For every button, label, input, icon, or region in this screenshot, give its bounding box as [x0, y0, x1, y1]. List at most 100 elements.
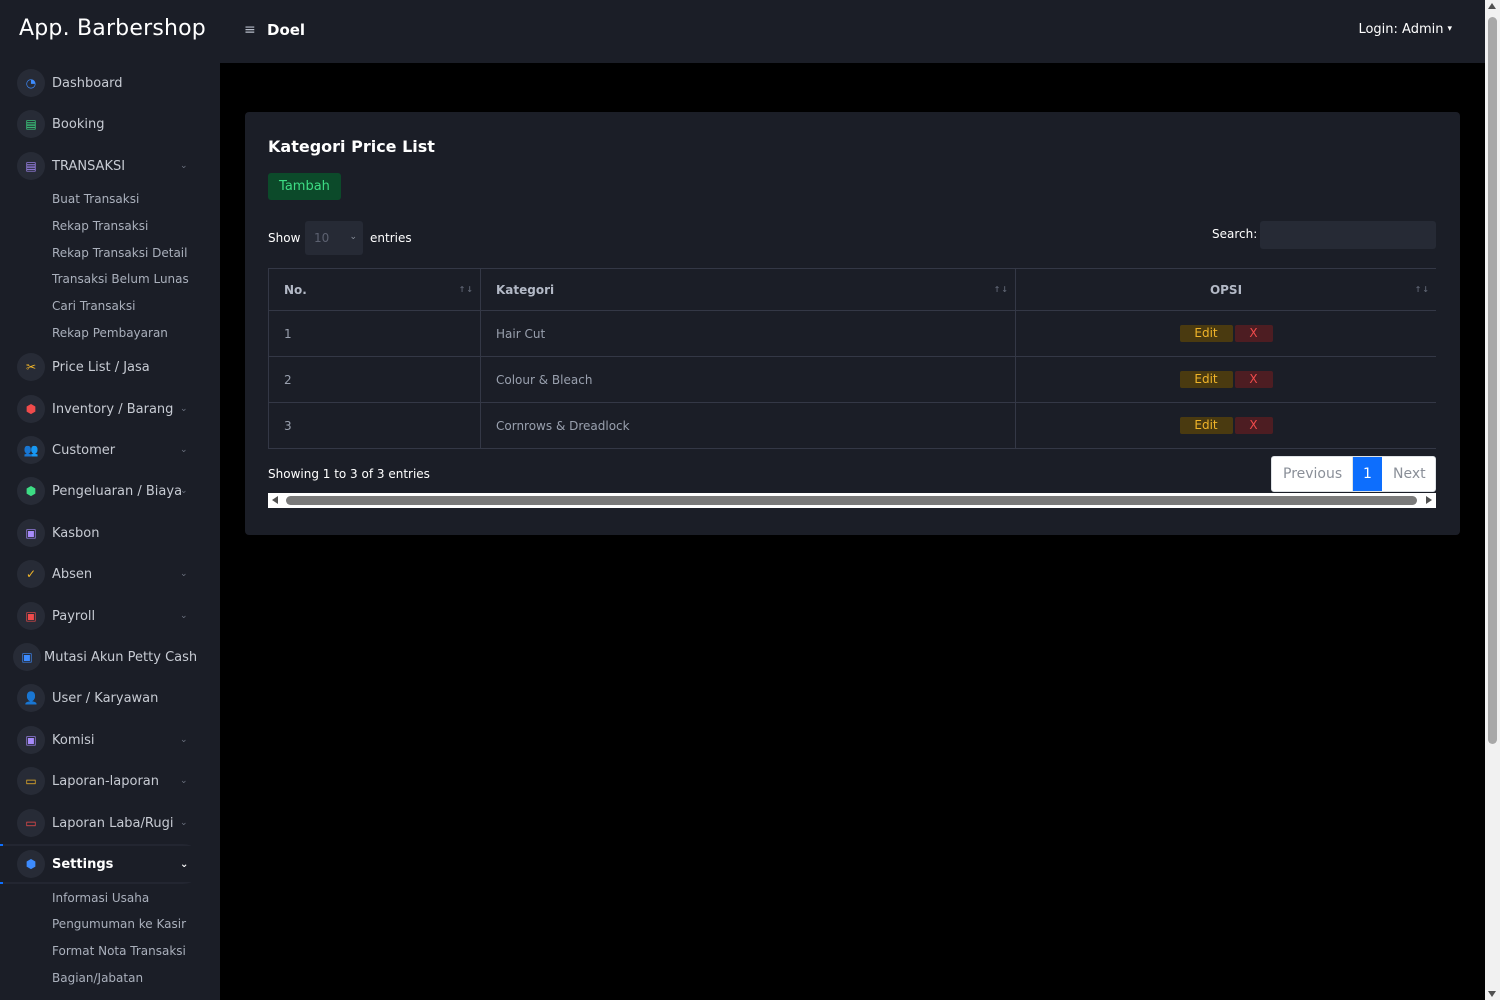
column-label: Kategori — [496, 282, 555, 297]
page-1-button[interactable]: 1 — [1353, 457, 1382, 491]
page-length-value: 10 — [314, 231, 330, 245]
wallet-icon: ▣ — [13, 643, 41, 671]
sidebar-item-settings[interactable]: ⬢ Settings ⌄ — [0, 846, 220, 882]
sidebar-item-label: Customer — [52, 442, 116, 458]
edit-button[interactable]: Edit — [1179, 371, 1233, 388]
submenu-item[interactable]: Transaksi Belum Lunas — [52, 272, 189, 286]
delete-button[interactable]: X — [1234, 417, 1273, 434]
user-icon: 👤 — [17, 684, 45, 712]
gauge-icon: ◔ — [17, 69, 45, 97]
chevron-down-icon: ⌄ — [180, 486, 188, 496]
edit-button[interactable]: Edit — [1179, 417, 1233, 434]
shield-settings-icon: ⬢ — [17, 850, 45, 878]
sidebar-item-booking[interactable]: ▤ Booking — [0, 106, 220, 142]
sidebar-item-inventory-barang[interactable]: ⬢ Inventory / Barang ⌄ — [0, 391, 220, 427]
chevron-down-icon: ⌄ — [180, 445, 188, 455]
sidebar-item-transaksi[interactable]: ▤ TRANSAKSI ⌄ — [0, 148, 220, 184]
edit-button[interactable]: Edit — [1179, 325, 1233, 342]
column-label: No. — [284, 282, 307, 297]
column-label: OPSI — [1209, 282, 1243, 297]
previous-page-button[interactable]: Previous — [1272, 457, 1353, 491]
top-navbar: App. Barbershop ≡ Doel Login: Admin ▾ — [0, 0, 1485, 63]
page-title: Kategori Price List — [268, 137, 435, 156]
next-page-button[interactable]: Next — [1382, 457, 1435, 491]
cell-no: 3 — [268, 402, 481, 449]
submenu-item[interactable]: Informasi Usaha — [52, 891, 149, 905]
scroll-down-icon[interactable] — [1488, 991, 1496, 997]
submenu-item[interactable]: Bagian/Jabatan — [52, 971, 143, 985]
sidebar-item-absen[interactable]: ✓ Absen ⌄ — [0, 556, 220, 592]
table-row: 3 Cornrows & Dreadlock Edit X — [268, 402, 1436, 449]
chevron-down-icon: ⌄ — [180, 161, 188, 171]
page-length-select[interactable]: 10 ⌄ — [305, 221, 363, 255]
delete-button[interactable]: X — [1234, 371, 1273, 388]
cell-kategori: Hair Cut — [480, 310, 1016, 357]
list-icon: ▤ — [17, 110, 45, 138]
sidebar-item-label: Payroll — [52, 608, 96, 624]
cell-no: 2 — [268, 356, 481, 403]
sidebar-item-customer[interactable]: 👥 Customer ⌄ — [0, 432, 220, 468]
kategori-card: Kategori Price List Tambah Show 10 ⌄ ent… — [245, 112, 1460, 535]
current-user-name: Doel — [267, 21, 306, 39]
app-brand[interactable]: App. Barbershop — [19, 16, 206, 41]
submenu-item[interactable]: Cari Transaksi — [52, 299, 135, 313]
sidebar-item-label: Pengeluaran / Biaya — [52, 483, 183, 499]
menu-toggle-icon[interactable]: ≡ — [244, 22, 256, 38]
scroll-up-icon[interactable] — [1488, 3, 1496, 9]
laptop-icon: ▭ — [17, 767, 45, 795]
sidebar-item-label: Dashboard — [52, 75, 123, 91]
shield-icon: ⬢ — [17, 395, 45, 423]
chevron-down-icon: ⌄ — [180, 611, 188, 621]
sidebar-item-payroll[interactable]: ▣ Payroll ⌄ — [0, 598, 220, 634]
sort-icon: ↑↓ — [993, 285, 1009, 294]
kategori-table: No. ↑↓ Kategori ↑↓ OPSI ↑↓ 1 Hair Cut Edit X 2 C… — [268, 268, 1436, 449]
add-button[interactable]: Tambah — [268, 173, 341, 200]
submenu-item[interactable]: Rekap Transaksi — [52, 219, 148, 233]
scrollbar-thumb[interactable] — [286, 496, 1417, 505]
chevron-down-icon: ⌄ — [180, 569, 188, 579]
sidebar-item-mutasi-akun-petty-cash[interactable]: ▣ Mutasi Akun Petty Cash — [0, 639, 220, 675]
sidebar-item-label: Laporan Laba/Rugi — [52, 815, 174, 831]
sidebar-item-laporan-laba-rugi[interactable]: ▭ Laporan Laba/Rugi ⌄ — [0, 805, 220, 841]
column-header-kategori[interactable]: Kategori ↑↓ — [480, 268, 1016, 311]
show-label: Show — [268, 231, 301, 245]
login-dropdown[interactable]: Login: Admin ▾ — [1358, 22, 1452, 37]
page-scrollbar[interactable] — [1485, 0, 1500, 1000]
delete-button[interactable]: X — [1234, 325, 1273, 342]
sidebar-item-user-karyawan[interactable]: 👤 User / Karyawan — [0, 680, 220, 716]
payroll-icon: ▣ — [17, 602, 45, 630]
sidebar-item-label: Inventory / Barang — [52, 401, 174, 417]
search-input[interactable] — [1260, 221, 1436, 249]
table-row: 1 Hair Cut Edit X — [268, 310, 1436, 357]
sidebar-item-komisi[interactable]: ▣ Komisi ⌄ — [0, 722, 220, 758]
sidebar-item-dashboard[interactable]: ◔ Dashboard — [0, 65, 220, 101]
check-icon: ✓ — [17, 560, 45, 588]
scroll-left-icon[interactable] — [272, 496, 278, 504]
submenu-item[interactable]: Format Nota Transaksi — [52, 944, 186, 958]
money-icon: ▣ — [17, 519, 45, 547]
submenu-item[interactable]: Buat Transaksi — [52, 192, 139, 206]
sidebar-item-pengeluaran-biaya[interactable]: ⬢ Pengeluaran / Biaya ⌄ — [0, 473, 220, 509]
sidebar-item-label: Booking — [52, 116, 105, 132]
sidebar-item-label: TRANSAKSI — [52, 158, 126, 174]
chevron-down-icon: ⌄ — [180, 776, 188, 786]
sidebar-item-price-list-jasa[interactable]: ✂ Price List / Jasa — [0, 349, 220, 385]
sidebar-item-kasbon[interactable]: ▣ Kasbon — [0, 515, 220, 551]
scroll-right-icon[interactable] — [1426, 496, 1432, 504]
submenu-item[interactable]: Pengumuman ke Kasir — [52, 917, 186, 931]
chevron-down-icon: ⌄ — [180, 858, 189, 870]
pagination: Previous 1 Next — [1271, 456, 1436, 492]
sidebar-item-label: Price List / Jasa — [52, 359, 150, 375]
sidebar-item-laporan-laporan[interactable]: ▭ Laporan-laporan ⌄ — [0, 763, 220, 799]
column-header-opsi[interactable]: OPSI ↑↓ — [1015, 268, 1436, 311]
scrollbar-thumb[interactable] — [1488, 17, 1497, 744]
sort-icon: ↑↓ — [1414, 285, 1430, 294]
horizontal-scrollbar[interactable] — [268, 493, 1436, 508]
chevron-down-icon: ⌄ — [180, 404, 188, 414]
commission-icon: ▣ — [17, 726, 45, 754]
entries-label: entries — [370, 231, 412, 245]
submenu-item[interactable]: Rekap Pembayaran — [52, 326, 168, 340]
cell-opsi: Edit X — [1015, 402, 1436, 449]
column-header-no[interactable]: No. ↑↓ — [268, 268, 481, 311]
submenu-item[interactable]: Rekap Transaksi Detail — [52, 246, 187, 260]
